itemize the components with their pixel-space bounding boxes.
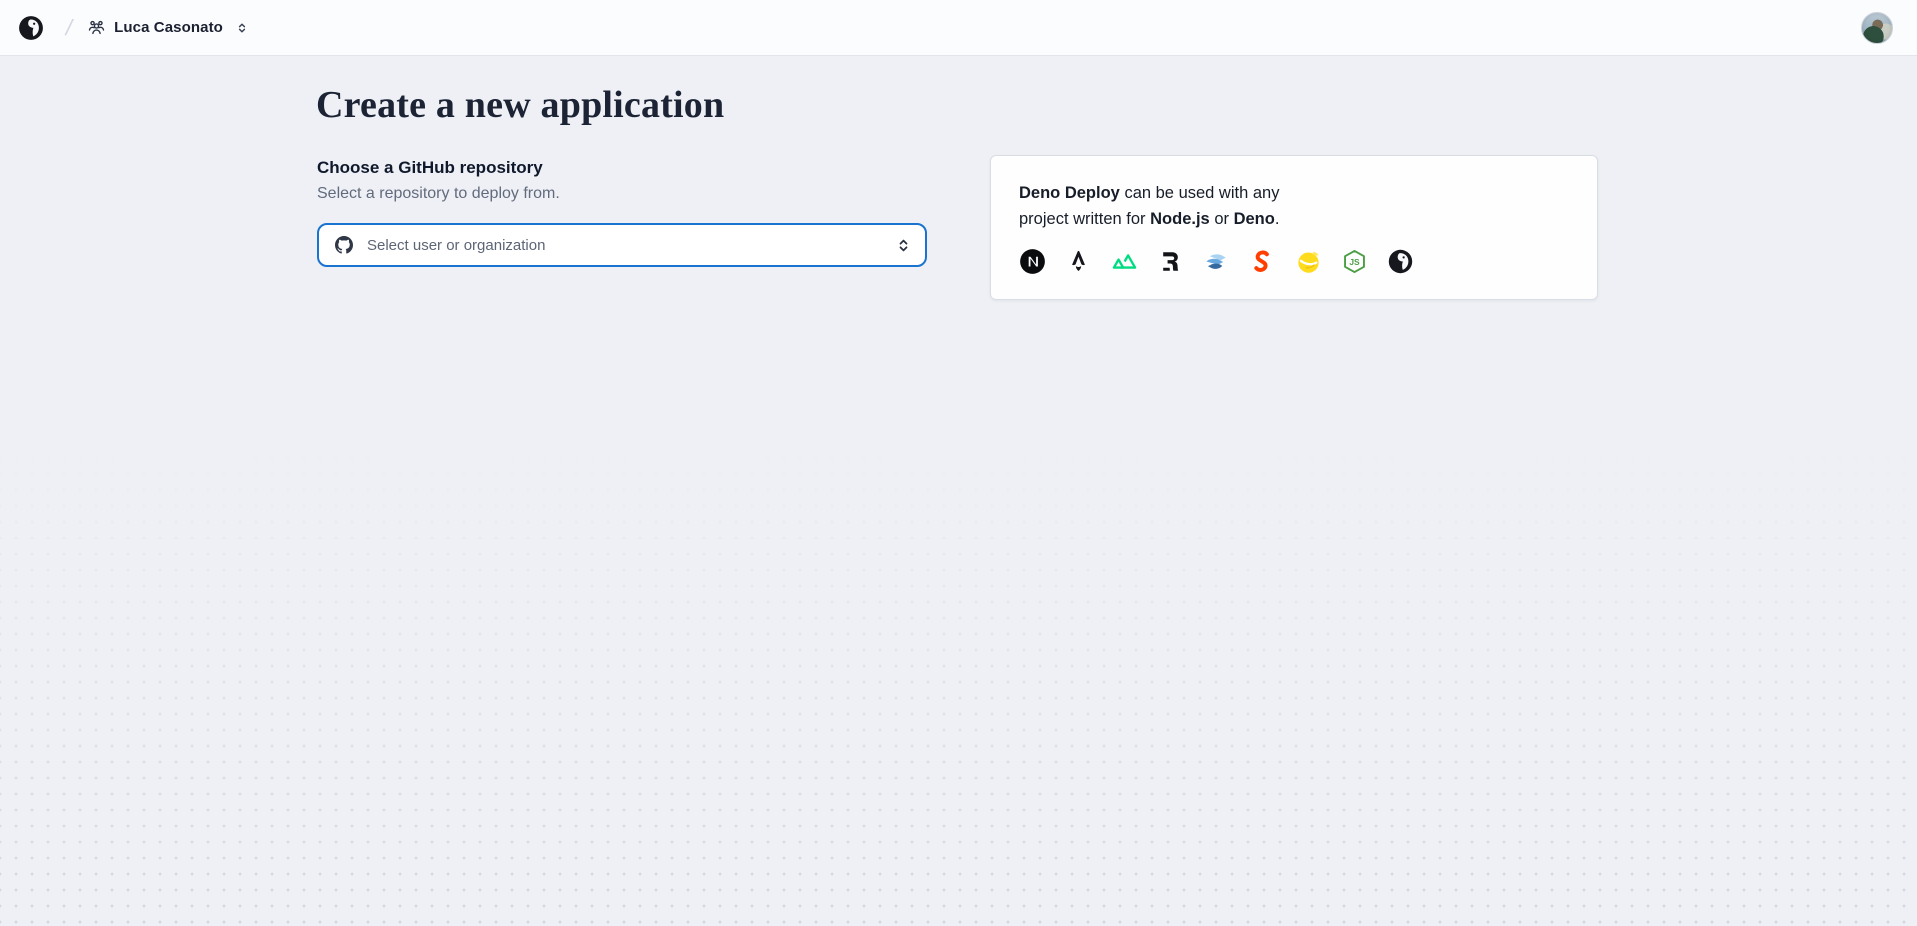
svg-text:JS: JS (1349, 257, 1360, 267)
organization-icon (88, 19, 105, 36)
repo-picker-section: Choose a GitHub repository Select a repo… (317, 157, 927, 267)
svelte-icon (1249, 248, 1276, 275)
info-card-text: Deno Deploy can be used with any project… (1019, 180, 1329, 232)
dot-grid-background (0, 56, 1917, 926)
nodejs-icon: JS (1341, 248, 1368, 275)
chevron-up-down-icon (236, 21, 248, 35)
page-title: Create a new application (316, 83, 724, 127)
deno-framework-icon (1387, 248, 1414, 275)
deno-logo[interactable] (18, 15, 44, 41)
deno-deploy-info-card: Deno Deploy can be used with any project… (990, 155, 1598, 300)
chevron-up-down-icon (896, 237, 911, 254)
github-org-select[interactable]: Select user or organization (317, 223, 927, 267)
nextjs-icon (1019, 248, 1046, 275)
fresh-icon (1295, 248, 1322, 275)
astro-icon (1065, 248, 1092, 275)
breadcrumb-org-label: Luca Casonato (114, 19, 223, 36)
repo-picker-description: Select a repository to deploy from. (317, 183, 927, 205)
top-navbar: / Luca Casonato (0, 0, 1917, 56)
select-placeholder: Select user or organization (367, 237, 896, 254)
nuxt-icon (1111, 248, 1138, 275)
breadcrumb-separator: / (63, 15, 75, 41)
deno-dino-icon (18, 15, 44, 41)
github-icon (335, 236, 353, 254)
user-avatar[interactable] (1861, 12, 1893, 44)
solidjs-icon (1203, 248, 1230, 275)
repo-picker-label: Choose a GitHub repository (317, 157, 927, 179)
remix-icon (1157, 248, 1184, 275)
org-switcher[interactable]: Luca Casonato (88, 19, 248, 36)
framework-icons-row: JS (1019, 248, 1569, 275)
